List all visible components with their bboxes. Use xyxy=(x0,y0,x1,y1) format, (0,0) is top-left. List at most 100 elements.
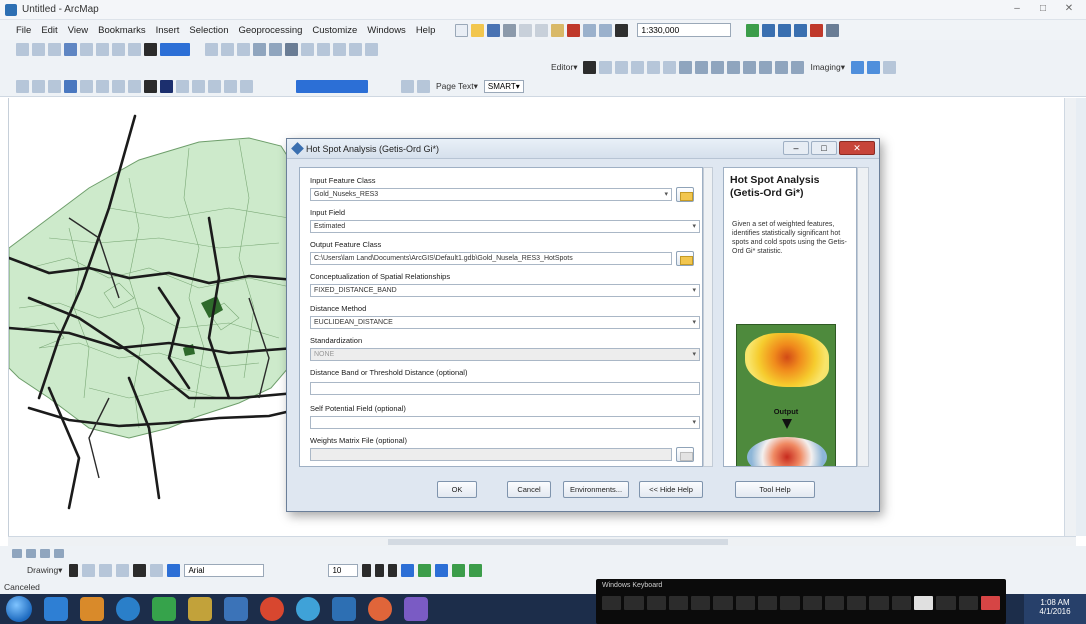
internet-explorer-icon[interactable] xyxy=(116,597,140,621)
zoom-out-icon[interactable] xyxy=(32,42,45,56)
identify-icon[interactable] xyxy=(205,42,218,56)
menu-customize[interactable]: Customize xyxy=(312,25,357,36)
trace-icon[interactable] xyxy=(647,61,661,74)
point-icon[interactable] xyxy=(663,61,677,74)
keyboard-key-pressed[interactable] xyxy=(913,596,934,610)
zoom-in-tool-icon[interactable] xyxy=(16,80,29,93)
dropdown-arrow-icon[interactable]: ▾ xyxy=(692,317,696,328)
dialog-minimize-button[interactable]: – xyxy=(783,141,809,155)
contrast-icon[interactable] xyxy=(365,42,378,56)
forward-extent-icon[interactable] xyxy=(128,42,141,56)
keyboard-key[interactable] xyxy=(691,596,711,610)
keyboard-key[interactable] xyxy=(646,596,666,610)
map-horizontal-scrollbar[interactable] xyxy=(8,536,1076,546)
select-elements-icon[interactable] xyxy=(144,80,157,93)
flicker-icon[interactable] xyxy=(333,42,346,56)
output-feature-class-field[interactable]: C:\Users\lam Land\Documents\ArcGIS\Defau… xyxy=(310,252,672,265)
fixed-zoom-icon[interactable] xyxy=(80,80,93,93)
raster-icon[interactable] xyxy=(883,61,896,74)
excel-icon[interactable] xyxy=(152,597,176,621)
fixed-zoom-out-tool-icon[interactable] xyxy=(96,80,109,93)
pause-drawing-icon[interactable] xyxy=(54,548,64,558)
previous-extent-icon[interactable] xyxy=(112,80,125,93)
italic-icon[interactable] xyxy=(375,563,385,577)
split-icon[interactable] xyxy=(727,61,741,74)
mosaic-icon[interactable] xyxy=(867,61,880,74)
edit-vertices-icon[interactable] xyxy=(679,61,693,74)
find-icon[interactable] xyxy=(221,42,234,56)
menu-insert[interactable]: Insert xyxy=(156,25,180,36)
globe-icon[interactable] xyxy=(64,80,77,93)
zoom-to-selected-icon[interactable] xyxy=(99,563,113,577)
refresh-view-icon[interactable] xyxy=(40,548,50,558)
copy-icon[interactable] xyxy=(535,23,549,37)
paint-icon[interactable] xyxy=(224,597,248,621)
keyboard-key[interactable] xyxy=(780,596,800,610)
delete-icon[interactable] xyxy=(567,23,581,37)
conceptualization-select[interactable]: FIXED_DISTANCE_BAND ▾ xyxy=(310,284,700,297)
measure-icon[interactable] xyxy=(237,42,250,56)
label-mode-dropdown[interactable]: SMART▾ xyxy=(483,80,524,93)
select-features-icon[interactable] xyxy=(144,42,157,56)
cancel-button[interactable]: Cancel xyxy=(507,481,551,498)
layer-swipe-icon[interactable] xyxy=(240,80,253,93)
html-popup-icon[interactable] xyxy=(269,42,282,56)
minimize-button[interactable]: – xyxy=(1006,2,1028,16)
python-icon[interactable] xyxy=(826,23,840,37)
keyboard-key[interactable] xyxy=(958,596,978,610)
dialog-maximize-button[interactable]: □ xyxy=(811,141,837,155)
bold-icon[interactable] xyxy=(362,563,372,577)
map-scale-input[interactable]: 1:330,000 xyxy=(637,23,732,37)
menu-edit[interactable]: Edit xyxy=(41,25,57,36)
page-text-menu[interactable]: Page Text▾ xyxy=(436,81,478,92)
rotate-tool-icon[interactable] xyxy=(82,563,96,577)
input-field-select[interactable]: Estimated ▾ xyxy=(310,220,700,233)
text-tool-icon[interactable] xyxy=(133,563,147,577)
previous-page-icon[interactable] xyxy=(401,80,414,93)
keyboard-key[interactable] xyxy=(936,596,956,610)
layer-dropdown-icon[interactable] xyxy=(160,42,190,56)
keyboard-key[interactable] xyxy=(668,596,689,610)
swipe-icon[interactable] xyxy=(317,42,330,56)
select-elements-tool-icon[interactable] xyxy=(69,563,79,577)
find-route-icon[interactable] xyxy=(176,80,189,93)
folder-icon[interactable] xyxy=(188,597,212,621)
catalog-icon[interactable] xyxy=(778,23,792,37)
keyboard-close-key[interactable] xyxy=(980,596,1001,610)
rotate-icon[interactable] xyxy=(743,61,757,74)
back-extent-icon[interactable] xyxy=(112,42,125,56)
keyboard-key[interactable] xyxy=(713,596,733,610)
full-extent-icon[interactable] xyxy=(64,42,77,56)
paste-icon[interactable] xyxy=(551,23,565,37)
ok-button[interactable]: OK xyxy=(437,481,477,498)
parameters-scrollbar[interactable] xyxy=(703,167,713,467)
editor-menu[interactable]: Editor▾ xyxy=(551,62,577,73)
tool-help-button[interactable]: Tool Help xyxy=(735,481,815,498)
sketch-properties-icon[interactable] xyxy=(775,61,789,74)
arccatalog-icon[interactable] xyxy=(296,597,320,621)
keyboard-key[interactable] xyxy=(891,596,911,610)
distance-band-input[interactable] xyxy=(310,382,700,395)
shadow-color-icon[interactable] xyxy=(469,563,483,577)
search-window-icon[interactable] xyxy=(794,23,808,37)
font-name-dropdown[interactable]: Arial xyxy=(184,563,265,577)
table-of-contents-icon[interactable] xyxy=(762,23,776,37)
effects-icon[interactable] xyxy=(349,42,362,56)
keyboard-key[interactable] xyxy=(824,596,845,610)
next-page-icon[interactable] xyxy=(417,80,430,93)
font-size-dropdown[interactable]: 10 xyxy=(328,563,359,577)
menu-geoprocessing[interactable]: Geoprocessing xyxy=(238,25,302,36)
time-slider-icon[interactable] xyxy=(285,42,298,56)
environments-button[interactable]: Environments... xyxy=(563,481,629,498)
self-potential-select[interactable]: ▾ xyxy=(310,416,700,429)
create-viewer-window-icon[interactable] xyxy=(224,80,237,93)
close-button[interactable]: ✕ xyxy=(1058,2,1080,16)
distance-method-select[interactable]: EUCLIDEAN_DISTANCE ▾ xyxy=(310,316,700,329)
keyboard-key[interactable] xyxy=(847,596,867,610)
keyboard-key[interactable] xyxy=(735,596,755,610)
menu-file[interactable]: File xyxy=(16,25,31,36)
arcmap-taskbar-icon[interactable] xyxy=(332,597,356,621)
keyboard-key[interactable] xyxy=(802,596,822,610)
rectangle-tool-icon[interactable] xyxy=(116,563,130,577)
dropdown-arrow-icon[interactable]: ▾ xyxy=(664,189,668,200)
